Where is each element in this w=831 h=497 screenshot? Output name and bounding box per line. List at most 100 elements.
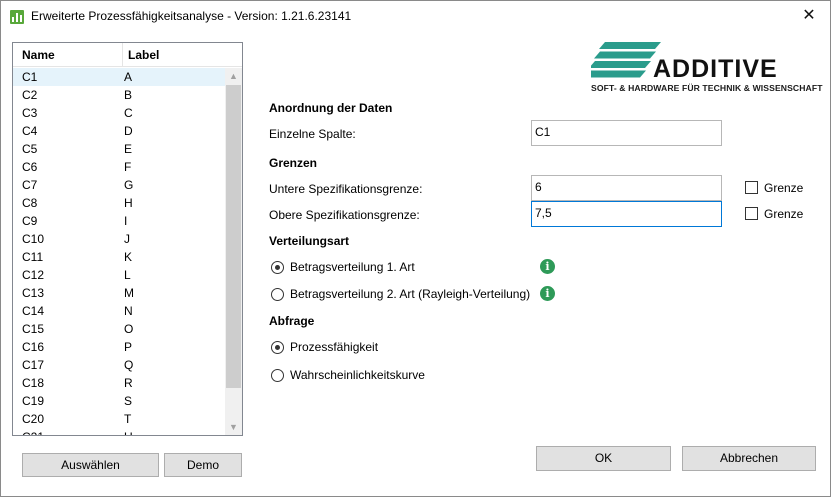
- upper-limit-checkbox[interactable]: [745, 207, 758, 220]
- scroll-up-icon[interactable]: ▲: [225, 68, 242, 85]
- list-item-label: O: [124, 322, 134, 336]
- list-item[interactable]: C1 A: [13, 68, 225, 86]
- list-item-name: C17: [22, 358, 45, 372]
- logo-tagline: SOFT- & HARDWARE FÜR TECHNIK & WISSENSCH…: [591, 83, 823, 93]
- list-item[interactable]: C20 T: [13, 410, 225, 428]
- query-option-2-label[interactable]: Wahrscheinlichkeitskurve: [290, 368, 425, 382]
- query-radio-2[interactable]: [271, 369, 284, 382]
- list-item-name: C10: [22, 232, 45, 246]
- list-item[interactable]: C16 P: [13, 338, 225, 356]
- lower-limit-field[interactable]: 6: [531, 175, 722, 201]
- list-item-label: B: [124, 88, 133, 102]
- list-item[interactable]: C6 F: [13, 158, 225, 176]
- list-item-name: C15: [22, 322, 45, 336]
- list-item[interactable]: C12 L: [13, 266, 225, 284]
- list-item-label: F: [124, 160, 132, 174]
- list-item-name: C13: [22, 286, 45, 300]
- list-item-label: M: [124, 286, 134, 300]
- demo-button[interactable]: Demo: [164, 453, 242, 477]
- single-column-label: Einzelne Spalte:: [269, 127, 356, 141]
- list-item-name: C16: [22, 340, 45, 354]
- list-item-name: C8: [22, 196, 38, 210]
- list-header: Name Label: [13, 43, 242, 67]
- select-button[interactable]: Auswählen: [22, 453, 159, 477]
- list-rows: C1 A C2 B C3 C C4 D C5 E C6 F C7 G C8 H C9 I C10 J C11 K C12 L C…: [13, 68, 225, 435]
- list-item[interactable]: C10 J: [13, 230, 225, 248]
- list-item[interactable]: C8 H: [13, 194, 225, 212]
- list-item-name: C1: [22, 70, 38, 84]
- list-item-label: J: [124, 232, 130, 246]
- list-item[interactable]: C2 B: [13, 86, 225, 104]
- lower-limit-checkbox-label[interactable]: Grenze: [764, 181, 803, 195]
- column-header-name[interactable]: Name: [13, 43, 123, 67]
- upper-limit-checkbox-label[interactable]: Grenze: [764, 207, 803, 221]
- list-item-name: C9: [22, 214, 38, 228]
- list-item-label: L: [124, 268, 131, 282]
- distribution-radio-2[interactable]: [271, 288, 284, 301]
- cancel-button[interactable]: Abbrechen: [682, 446, 816, 471]
- list-item-name: C4: [22, 124, 38, 138]
- list-item-label: P: [124, 340, 133, 354]
- list-item-label: A: [124, 70, 133, 84]
- section-query: Abfrage: [269, 314, 315, 328]
- query-radio-1[interactable]: [271, 341, 284, 354]
- list-item[interactable]: C3 C: [13, 104, 225, 122]
- list-item[interactable]: C5 E: [13, 140, 225, 158]
- additive-logo: ADDITIVE SOFT- & HARDWARE FÜR TECHNIK & …: [591, 42, 823, 97]
- scroll-down-icon[interactable]: ▼: [225, 419, 242, 435]
- list-item-name: C7: [22, 178, 38, 192]
- list-item-label: R: [124, 376, 133, 390]
- list-item[interactable]: C4 D: [13, 122, 225, 140]
- upper-limit-label: Obere Spezifikationsgrenze:: [269, 208, 420, 222]
- list-item[interactable]: C14 N: [13, 302, 225, 320]
- upper-limit-field[interactable]: 7,5: [531, 201, 722, 227]
- list-item-name: C6: [22, 160, 38, 174]
- list-item-name: C11: [22, 250, 44, 264]
- list-item[interactable]: C19 S: [13, 392, 225, 410]
- column-list[interactable]: Name Label C1 A C2 B C3 C C4 D C5 E C6 F C7 G C8 H C9 I C1…: [12, 42, 243, 436]
- list-item-label: H: [124, 196, 133, 210]
- close-icon[interactable]: ✕: [794, 3, 824, 29]
- list-item[interactable]: C21 U: [13, 428, 225, 435]
- ok-button[interactable]: OK: [536, 446, 671, 471]
- info-icon[interactable]: i: [540, 286, 555, 301]
- list-item-name: C18: [22, 376, 45, 390]
- list-item-name: C20: [22, 412, 45, 426]
- list-item[interactable]: C17 Q: [13, 356, 225, 374]
- column-header-label[interactable]: Label: [123, 43, 226, 67]
- list-item-label: K: [124, 250, 133, 264]
- list-item[interactable]: C9 I: [13, 212, 225, 230]
- dialog-window: Erweiterte Prozessfähigkeitsanalyse - Ve…: [0, 0, 831, 497]
- list-item-label: G: [124, 178, 134, 192]
- info-icon[interactable]: i: [540, 259, 555, 274]
- list-item[interactable]: C13 M: [13, 284, 225, 302]
- list-scrollbar[interactable]: ▲ ▼: [225, 68, 242, 435]
- single-column-field[interactable]: C1: [531, 120, 722, 146]
- distribution-option-1-label[interactable]: Betragsverteilung 1. Art: [290, 260, 415, 274]
- list-item[interactable]: C11 K: [13, 248, 225, 266]
- list-item[interactable]: C15 O: [13, 320, 225, 338]
- list-item-label: T: [124, 412, 132, 426]
- list-item-name: C21: [22, 428, 44, 435]
- query-option-1-label[interactable]: Prozessfähigkeit: [290, 340, 378, 354]
- lower-limit-checkbox[interactable]: [745, 181, 758, 194]
- list-item[interactable]: C18 R: [13, 374, 225, 392]
- list-item-label: U: [124, 428, 133, 435]
- lower-limit-label: Untere Spezifikationsgrenze:: [269, 182, 423, 196]
- section-distribution: Verteilungsart: [269, 234, 350, 248]
- list-item-label: E: [124, 142, 133, 156]
- list-item-name: C3: [22, 106, 38, 120]
- list-item[interactable]: C7 G: [13, 176, 225, 194]
- list-item-name: C19: [22, 394, 45, 408]
- app-chart-icon: [10, 10, 24, 24]
- title-bar: Erweiterte Prozessfähigkeitsanalyse - Ve…: [1, 1, 830, 32]
- list-item-name: C2: [22, 88, 38, 102]
- scrollbar-thumb[interactable]: [226, 85, 241, 388]
- list-item-label: S: [124, 394, 133, 408]
- distribution-radio-1[interactable]: [271, 261, 284, 274]
- section-limits: Grenzen: [269, 156, 318, 170]
- list-item-label: I: [124, 214, 128, 228]
- section-data-arrangement: Anordnung der Daten: [269, 101, 393, 115]
- distribution-option-2-label[interactable]: Betragsverteilung 2. Art (Rayleigh-Verte…: [290, 287, 530, 301]
- list-item-name: C14: [22, 304, 45, 318]
